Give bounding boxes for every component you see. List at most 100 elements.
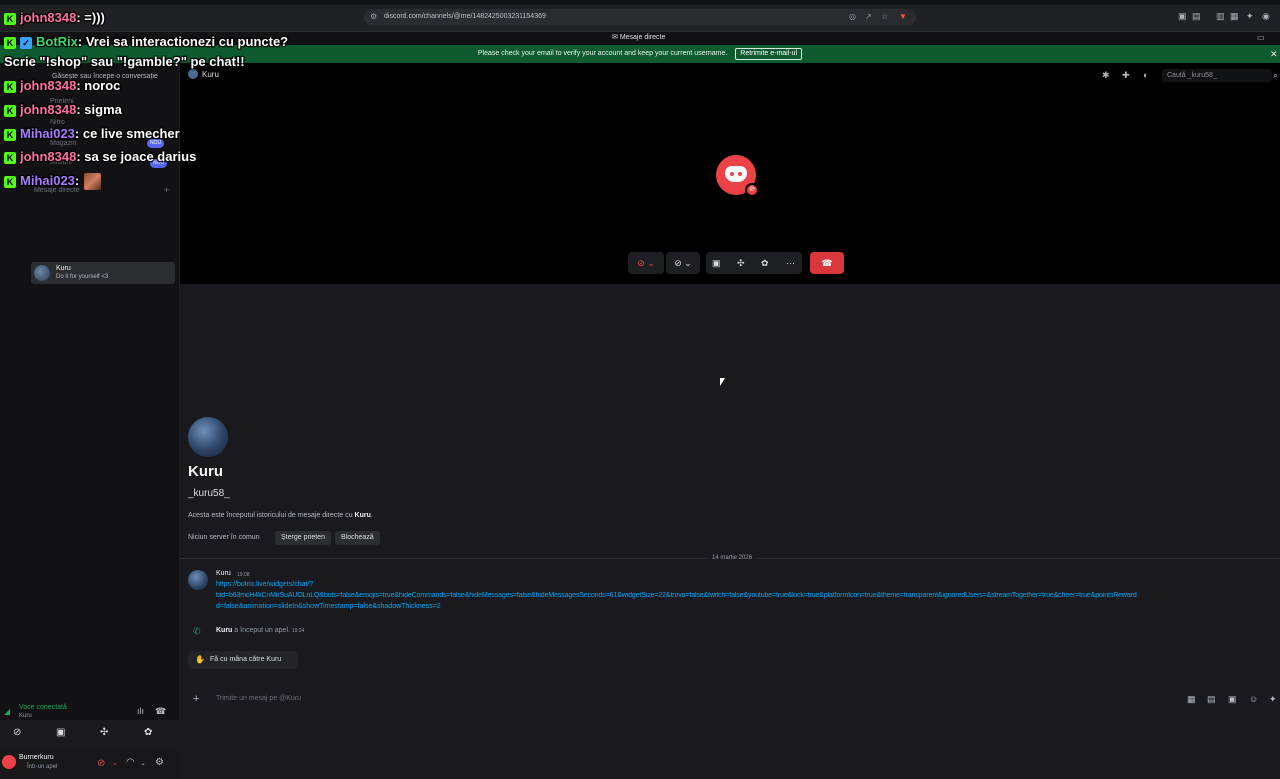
muted-icon: ⊘ [745, 183, 759, 197]
banner-text: Please check your email to verify your a… [477, 50, 728, 57]
mic-muted-icon: ⊘ ⌄ [637, 258, 655, 268]
message-author[interactable]: Kuru [216, 570, 231, 577]
call-tools-group: ▣ ✣ ✿ ⋯ [706, 252, 802, 274]
wave-label: Fă cu mâna către Kuru [210, 656, 282, 663]
kick-icon: K [4, 80, 16, 93]
mic-muted-button[interactable]: ⊘ ⌄ [628, 252, 664, 274]
soundboard-icon[interactable]: ✿ [761, 252, 769, 274]
username[interactable]: Burnerkuru [19, 754, 54, 761]
add-friend-icon[interactable]: ✚ [1122, 70, 1130, 81]
overlay-chat-line: K ✓ BotRix: Vrei sa interactionezi cu punc… [4, 34, 288, 54]
mouse-cursor [720, 378, 725, 386]
wallet-icon[interactable]: ▦ [1230, 11, 1239, 22]
search-input[interactable]: Caută _kuru58_ [1162, 69, 1272, 82]
call-area: Kuru ✱ ✚ ◐ Caută _kuru58_ ⌕ ⊘ ⊘ ⌄ ⊘ ⌄ ▣ … [180, 63, 1280, 284]
mutual-servers: Niciun server în comun [188, 534, 260, 541]
profile-icon[interactable]: ◐ [1143, 70, 1148, 80]
apps-icon[interactable]: ✦ [1269, 694, 1277, 705]
emote-image [84, 173, 102, 191]
kick-icon: K [4, 128, 16, 141]
pin-icon[interactable]: ✱ [1102, 70, 1110, 81]
extensions-icon[interactable]: ▣ [1178, 11, 1187, 22]
message-link[interactable]: d=false&animation=slideIn&showTimestamp=… [216, 603, 441, 610]
vpn-icon[interactable]: ◉ [1262, 11, 1270, 22]
address-bar[interactable]: ⚙ discord.com/channels/@me/1482425003231… [364, 9, 916, 25]
puzzle-icon[interactable]: ✦ [1246, 11, 1254, 22]
kick-icon: K [4, 104, 16, 117]
kick-icon: K [4, 12, 16, 25]
inbox-icon[interactable]: ▭ [1257, 33, 1265, 42]
create-dm-icon[interactable]: + [164, 185, 169, 195]
voice-connected-panel: ◢ Voce conectată Kuru ılı ☎ ⊘ ▣ ✣ ✿ [0, 699, 180, 747]
settings-gear-icon[interactable]: ⚙ [155, 757, 164, 768]
reader-icon[interactable]: ▤ [1192, 11, 1201, 22]
close-icon[interactable]: ✕ [1270, 45, 1278, 63]
sidebar-icon[interactable]: ▥ [1216, 11, 1225, 22]
gift-icon[interactable]: ▦ [1187, 694, 1196, 705]
dm-status: Do it for yourself <3 [56, 274, 109, 280]
sticker-icon[interactable]: ▣ [1228, 694, 1237, 705]
site-settings-icon[interactable]: ⚙ [370, 9, 377, 25]
call-participant-avatar[interactable]: ⊘ [716, 155, 759, 197]
browser-tab-strip [0, 0, 1280, 5]
screen-share-icon[interactable]: ▣ [56, 727, 65, 738]
call-icon: ✆ [193, 626, 201, 636]
overlay-chat-line: Scrie "!shop" sau "!gamble?" pe chat!! [4, 54, 245, 69]
resend-email-button[interactable]: Retrimite e-mail-ul [735, 48, 803, 60]
overlay-chat-line: Kjohn8348: =))) [4, 10, 105, 30]
overlay-chat-line: K Mihai023: ce live smecher [4, 126, 180, 146]
voice-status[interactable]: Voce conectată [19, 704, 67, 711]
profile-avatar[interactable] [188, 417, 228, 457]
avatar [34, 265, 50, 281]
soundboard-icon[interactable]: ılı [137, 706, 144, 716]
mic-muted-icon[interactable]: ⊘ [97, 758, 105, 769]
screen-share-icon[interactable]: ▣ [712, 252, 721, 274]
share-icon[interactable]: ↗ [865, 9, 872, 25]
overlay-chat-line: Kjohn8348: noroc [4, 78, 120, 98]
message-link[interactable]: https://botrix.live/widgets/chat/? [216, 581, 313, 588]
voice-channel: Kuru [19, 713, 32, 719]
user-panel: Burnerkuru Într-un apel ⊘ ⌄ ◠ ⌄ ⚙ [0, 749, 180, 779]
headphones-icon[interactable]: ◠ [126, 757, 135, 768]
remove-friend-button[interactable]: Șterge prieten [275, 531, 331, 545]
more-icon[interactable]: ⋯ [786, 252, 795, 274]
block-button[interactable]: Blochează [335, 531, 380, 545]
avatar[interactable] [188, 570, 208, 590]
bookmark-icon[interactable]: ☆ [881, 9, 888, 25]
message-link[interactable]: bid=b63mcH4kCnMirSuAUOLnLQ&bots=false&em… [216, 592, 1276, 599]
wave-button[interactable]: ✋ Fă cu mâna către Kuru [188, 651, 298, 669]
search-icon[interactable]: ⌕ [1273, 70, 1278, 81]
brave-shields-icon[interactable]: ▼ [899, 9, 907, 25]
leave-call-button[interactable]: ☎ [810, 252, 844, 274]
chevron-down-icon[interactable]: ⌄ [112, 759, 118, 767]
camera-button[interactable]: ⊘ ⌄ [666, 252, 700, 274]
disconnect-icon[interactable]: ☎ [155, 706, 166, 717]
profile-username: _kuru58_ [188, 488, 230, 499]
emoji-icon[interactable]: ☺ [1249, 694, 1258, 704]
activities-icon[interactable]: ✣ [100, 727, 108, 738]
camera-off-icon[interactable]: ⊘ [13, 727, 21, 738]
activities-icon[interactable]: ✣ [737, 252, 745, 274]
wave-icon: ✋ [195, 655, 205, 664]
browser-toolbar: ⚙ discord.com/channels/@me/1482425003231… [0, 0, 1280, 32]
dm-name: Kuru [56, 265, 71, 272]
date-divider-label: 14 martie 2026 [707, 555, 758, 561]
signal-icon[interactable]: ◢ [4, 707, 10, 716]
incognito-icon[interactable]: ◎ [849, 9, 856, 25]
chevron-down-icon[interactable]: ⌄ [140, 759, 146, 767]
call-log: Kuru a început un apel. 19:24 [216, 627, 304, 634]
discord-logo-icon [725, 166, 747, 182]
intro-name: Kuru [354, 512, 371, 519]
profile-display-name: Kuru [188, 463, 223, 480]
kick-icon: K [4, 175, 16, 188]
avatar[interactable] [2, 755, 16, 769]
intro-text: Acesta este începutul istoricului de mes… [188, 512, 373, 519]
krisp-icon[interactable]: ✿ [144, 727, 152, 738]
message-input[interactable]: Trimite un mesaj pe @Kuru [216, 695, 1116, 702]
gif-icon[interactable]: ▤ [1207, 694, 1216, 705]
window-title: ✉ Mesaje directe [612, 34, 666, 41]
overlay-chat-line: Kjohn8348: sa se joace darius [4, 149, 196, 169]
dm-list-item[interactable]: Kuru Do it for yourself <3 [31, 262, 175, 284]
attach-plus-icon[interactable]: + [193, 693, 199, 705]
dm-icon: ✉ [612, 34, 620, 41]
